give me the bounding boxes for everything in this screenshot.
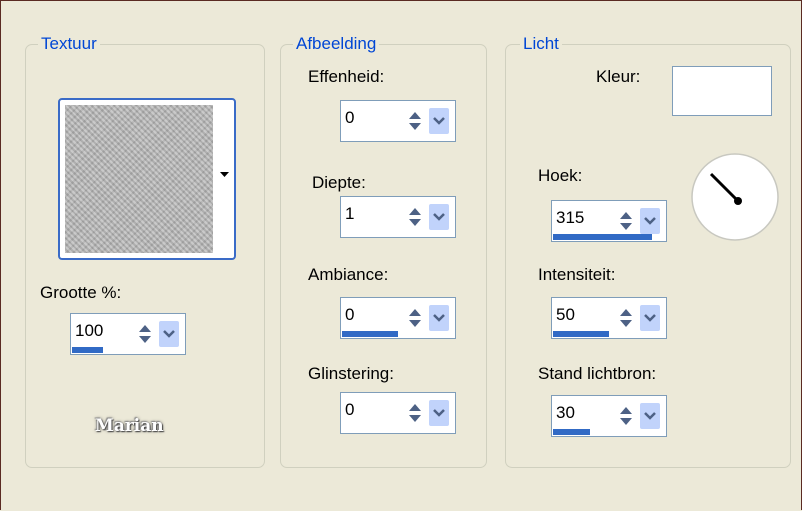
angle-dial-pivot (734, 197, 742, 205)
smoothness-label: Effenheid: (308, 67, 385, 86)
chevron-down-icon[interactable] (640, 305, 660, 331)
size-level-bar (72, 347, 103, 353)
spin-updown-icon[interactable] (403, 400, 427, 426)
watermark-logo: Marian (95, 416, 164, 436)
angle-spinner[interactable]: 315 (551, 200, 667, 242)
spin-updown-icon[interactable] (403, 108, 427, 134)
chevron-down-icon[interactable] (640, 208, 660, 234)
size-spinner[interactable]: 100 (70, 313, 186, 355)
light-group-title: Licht (520, 33, 562, 55)
shine-value: 0 (345, 400, 355, 419)
spin-updown-icon[interactable] (403, 204, 427, 230)
spin-updown-icon[interactable] (614, 403, 638, 429)
texture-picker-button[interactable] (58, 98, 236, 260)
angle-level-bar (553, 234, 652, 240)
size-value: 100 (75, 321, 104, 340)
intensity-label: Intensiteit: (538, 265, 616, 284)
depth-value: 1 (345, 204, 355, 223)
intensity-value: 50 (556, 305, 575, 324)
shine-label: Glinstering: (308, 364, 394, 383)
spin-updown-icon[interactable] (614, 208, 638, 234)
elevation-spinner[interactable]: 30 (551, 395, 667, 437)
depth-spinner[interactable]: 1 (340, 196, 456, 238)
elevation-level-bar (553, 429, 590, 435)
ambiance-spinner[interactable]: 0 (340, 297, 456, 339)
spin-updown-icon[interactable] (403, 305, 427, 331)
texture-preview (65, 105, 213, 253)
shine-spinner[interactable]: 0 (340, 392, 456, 434)
chevron-down-icon[interactable] (429, 204, 449, 230)
ambiance-label: Ambiance: (308, 265, 389, 284)
chevron-down-icon[interactable] (429, 108, 449, 134)
angle-label: Hoek: (538, 166, 583, 185)
angle-dial[interactable] (690, 152, 780, 242)
chevron-down-icon[interactable] (640, 403, 660, 429)
angle-value: 315 (556, 208, 585, 227)
chevron-down-icon[interactable] (159, 321, 179, 347)
color-label: Kleur: (596, 67, 641, 86)
spin-updown-icon[interactable] (133, 321, 157, 347)
chevron-down-icon[interactable] (429, 400, 449, 426)
depth-label: Diepte: (312, 173, 366, 192)
image-group-title: Afbeelding (293, 33, 380, 55)
spin-updown-icon[interactable] (614, 305, 638, 331)
intensity-spinner[interactable]: 50 (551, 297, 667, 339)
ambiance-value: 0 (345, 305, 355, 324)
intensity-level-bar (553, 331, 609, 337)
smoothness-value: 0 (345, 108, 355, 127)
chevron-down-icon[interactable] (429, 305, 449, 331)
size-label: Grootte %: (40, 283, 122, 302)
smoothness-spinner[interactable]: 0 (340, 100, 456, 142)
dropdown-arrow-icon (220, 172, 229, 177)
elevation-label: Stand lichtbron: (538, 364, 657, 383)
texture-group-title: Textuur (38, 33, 100, 55)
ambiance-level-bar (342, 331, 398, 337)
elevation-value: 30 (556, 403, 575, 422)
light-color-swatch[interactable] (672, 66, 772, 116)
